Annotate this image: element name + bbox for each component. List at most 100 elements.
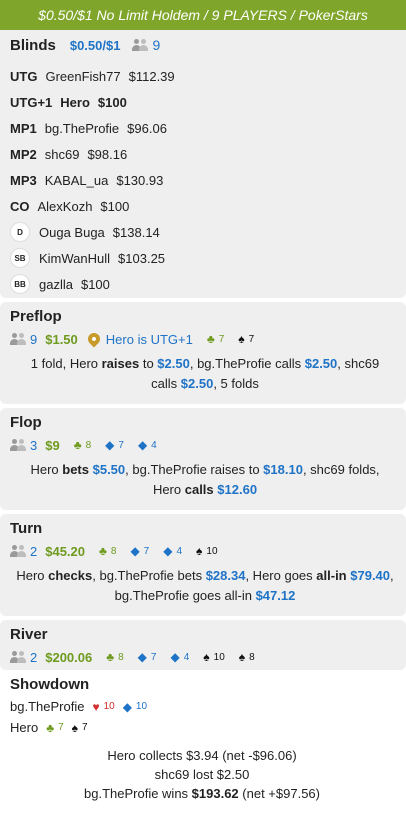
seat-position: MP2	[10, 146, 37, 162]
hand-title: $0.50/$1 No Limit Holdem / 9 PLAYERS / P…	[38, 7, 368, 23]
people-icon	[10, 545, 26, 557]
card-rank: 8	[85, 439, 92, 451]
card-rank: 10	[135, 701, 148, 712]
showdown-hand: Hero ♣ 7 ♠ 7	[4, 717, 400, 738]
player-name: KimWanHull	[39, 250, 111, 266]
card: ♠ 7	[72, 721, 88, 735]
result-text: shc69 lost $2.50	[154, 767, 250, 782]
pot-size: $45.20	[45, 543, 85, 559]
card: ◆ 4	[170, 650, 189, 664]
seat-position: MP3	[10, 172, 37, 188]
card: ♣ 8	[74, 438, 91, 452]
card-rank: 10	[206, 545, 218, 557]
player-name: GreenFish77	[45, 68, 121, 84]
seat-row: MP2 shc69 $98.16	[10, 141, 396, 167]
player-stack: $100	[97, 94, 127, 110]
card-rank: 7	[150, 651, 157, 663]
street-title: Turn	[10, 520, 43, 537]
people-icon	[10, 651, 26, 663]
card-rank: 7	[143, 545, 150, 557]
people-icon	[10, 439, 26, 451]
card: ◆ 4	[138, 438, 157, 452]
card-rank: 4	[151, 439, 157, 451]
result-text: $193.62	[191, 786, 239, 801]
player-stack: $100	[100, 198, 130, 214]
button-badge: BB	[10, 274, 30, 294]
street-stats: 2 $200.06 ♣ 8 ◆ 7 ◆ 4 ♠ 10 ♠ 8	[10, 646, 400, 668]
player-name: Ouga Buga	[39, 224, 105, 240]
action-text: $2.50	[180, 376, 214, 391]
stakes-label: $0.50/$1	[69, 37, 121, 53]
card-rank: 4	[176, 545, 183, 557]
card-rank: 7	[118, 439, 124, 451]
seat-row: MP1 bg.TheProfie $96.06	[10, 115, 396, 141]
people-icon	[10, 333, 26, 345]
seat-row: UTG+1 Hero $100	[10, 89, 396, 115]
player-stack: $96.06	[127, 120, 167, 136]
action-text: checks	[48, 568, 93, 583]
result-text: Hero collects $3.94 (net -$96.06)	[107, 748, 297, 763]
action-text: , bg.TheProfie bets	[92, 568, 206, 583]
action-text: bets	[62, 462, 89, 477]
street-title: Preflop	[10, 308, 62, 325]
hand-header: $0.50/$1 No Limit Holdem / 9 PLAYERS / P…	[0, 0, 406, 30]
player-stack: $130.93	[116, 172, 164, 188]
action-text: $79.40	[350, 568, 391, 583]
street-river: River 2 $200.06 ♣ 8 ◆ 7 ◆ 4 ♠ 10 ♠ 8	[0, 620, 406, 670]
player-name: AlexKozh	[37, 198, 93, 214]
action-text: $18.10	[263, 462, 303, 477]
action-text: 1 fold, Hero	[30, 356, 102, 371]
player-count: 3	[30, 437, 38, 453]
player-count: 9	[30, 331, 38, 347]
club-suit-icon: ♣	[106, 650, 115, 664]
player-stack: $138.14	[112, 224, 160, 240]
card-rank: 7	[82, 722, 88, 733]
hand-results: Hero collects $3.94 (net -$96.06) shc69 l…	[4, 738, 400, 803]
action-text: , bg.TheProfie calls	[189, 356, 305, 371]
showdown-hand: bg.TheProfie ♥ 10 ◆ 10	[4, 696, 400, 717]
card-rank: 7	[218, 333, 225, 345]
action-text: , bg.TheProfie raises to	[125, 462, 264, 477]
action-text: , Hero goes	[245, 568, 317, 583]
action-text: calls	[184, 482, 214, 497]
seat-row: MP3 KABAL_ua $130.93	[10, 167, 396, 193]
seat-row: BB gazlla $100	[10, 271, 396, 297]
blinds-title: Blinds	[10, 36, 56, 54]
seat-position: UTG	[10, 68, 38, 84]
spade-suit-icon: ♠	[71, 720, 78, 735]
street-stats: 2 $45.20 ♣ 8 ◆ 7 ◆ 4 ♠ 10	[10, 540, 400, 562]
spade-suit-icon: ♠	[203, 650, 210, 664]
action-text: all-in	[316, 568, 347, 583]
player-count: 2	[30, 649, 38, 665]
player-stack: $100	[80, 276, 110, 292]
action-text: Hero	[30, 462, 63, 477]
card: ♠ 8	[239, 650, 255, 664]
seat-row: UTG GreenFish77 $112.39	[10, 63, 396, 89]
player-name: bg.TheProfie	[44, 120, 120, 136]
seat-position: UTG+1	[10, 94, 53, 110]
result-line: shc69 lost $2.50	[4, 765, 400, 784]
player-stack: $103.25	[118, 250, 166, 266]
street-flop: Flop 3 $9 ♣ 8 ◆ 7 ◆ 4 Hero bets $5.50, bg.TheProf…	[0, 408, 406, 510]
card-rank: 8	[110, 545, 117, 557]
card-rank: 8	[249, 651, 255, 663]
card: ◆ 7	[138, 650, 157, 664]
action-text: $5.50	[92, 462, 126, 477]
card-rank: 8	[118, 651, 124, 663]
seat-row: SB KimWanHull $103.25	[10, 245, 396, 271]
street-stats: 9 $1.50 Hero is UTG+1 ♣ 7 ♠ 7	[10, 328, 400, 350]
player-count: 2	[30, 543, 38, 559]
card: ◆ 7	[105, 438, 124, 452]
action-text: raises	[101, 356, 140, 371]
club-suit-icon: ♣	[206, 332, 215, 346]
player-name: shc69	[44, 146, 80, 162]
result-text: (net +$97.56)	[238, 786, 320, 801]
card: ♠ 10	[196, 544, 218, 558]
action-text: $47.12	[255, 588, 296, 603]
player-name: bg.TheProfie	[10, 699, 85, 714]
street-title: Showdown	[10, 676, 90, 693]
diamond-suit-icon: ◆	[122, 699, 132, 714]
card: ♣ 7	[207, 332, 224, 346]
player-name: Hero	[60, 94, 90, 110]
heart-suit-icon: ♥	[92, 699, 100, 714]
